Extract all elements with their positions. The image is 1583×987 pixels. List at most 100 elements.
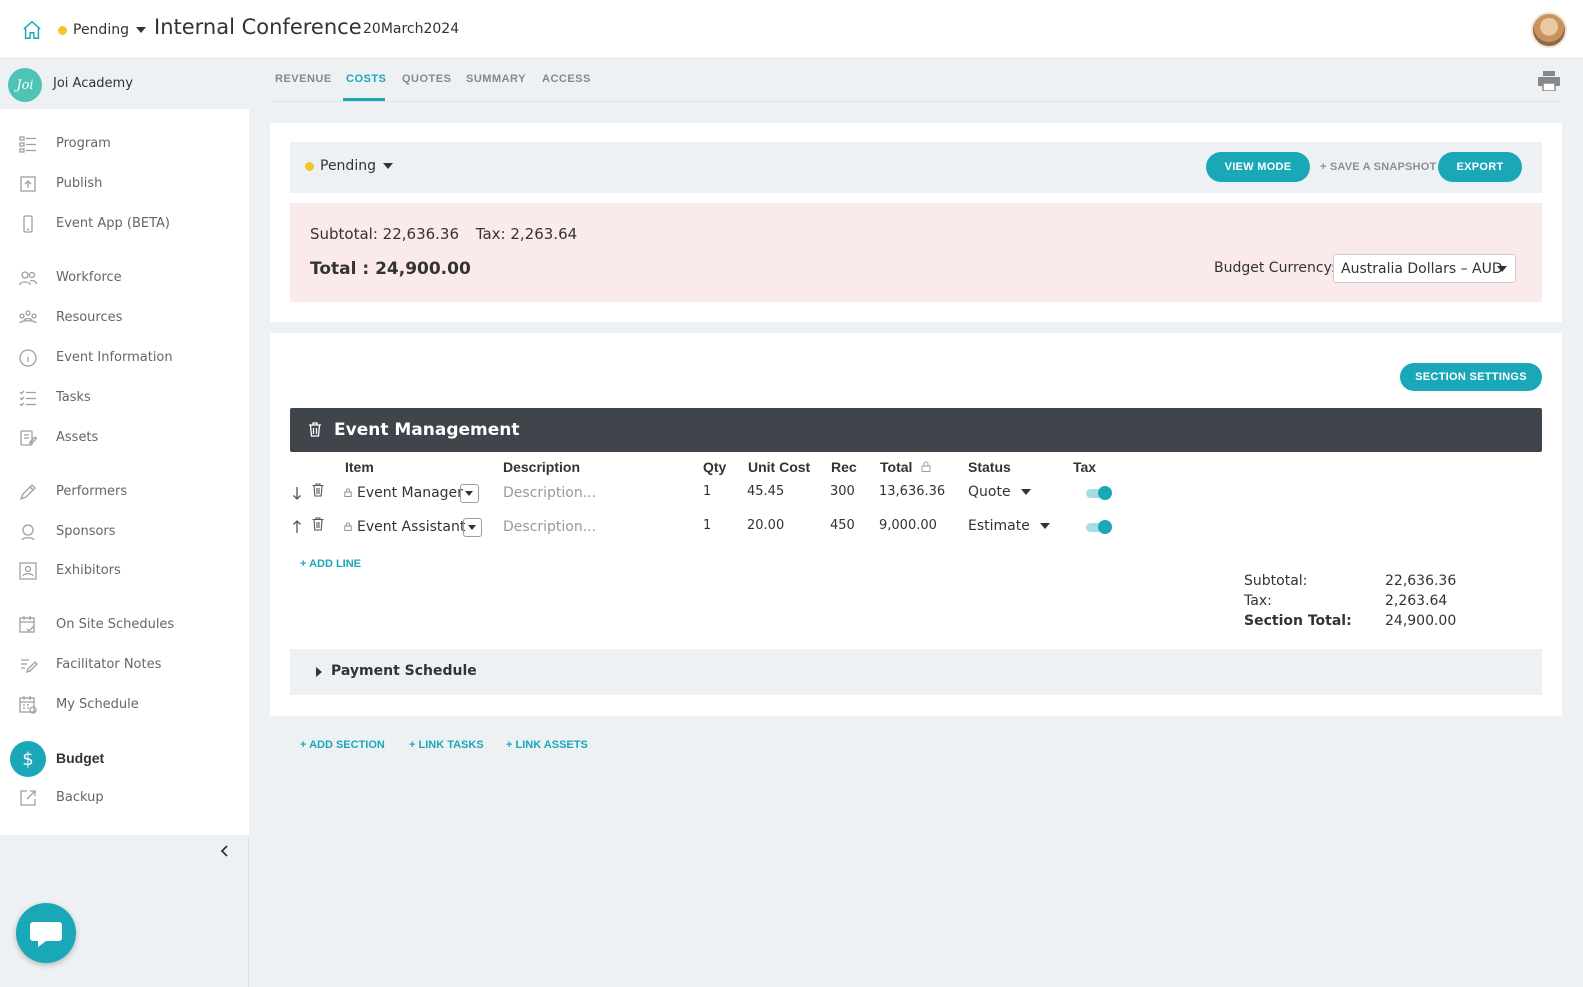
trash-icon[interactable] — [312, 517, 324, 531]
trash-icon[interactable] — [308, 422, 322, 437]
budget-tax: Tax: 2,263.64 — [475, 225, 578, 243]
tasks-icon — [19, 390, 36, 407]
tab-revenue[interactable]: REVENUE — [275, 73, 332, 85]
sidebar-item-program[interactable]: Program — [0, 126, 249, 162]
status-dot — [58, 25, 67, 35]
event-date: 20March2024 — [363, 21, 460, 37]
export-button[interactable]: EXPORT — [1438, 152, 1522, 182]
column-header-unit-cost: Unit Cost — [748, 459, 811, 475]
sidebar-item-resources[interactable]: Resources — [0, 300, 249, 336]
org-header[interactable]: Joi Joi Academy — [0, 59, 249, 109]
sidebar-item-event-app[interactable]: Event App (BETA) — [0, 206, 249, 242]
org-name: Joi Academy — [53, 76, 133, 91]
sidebar-item-on-site-schedules[interactable]: On Site Schedules — [0, 607, 249, 643]
sidebar-item-label: My Schedule — [56, 697, 139, 712]
item-name: Event Manager — [357, 485, 463, 501]
rec-value[interactable]: 450 — [830, 518, 855, 533]
sidebar-item-tasks[interactable]: Tasks — [0, 380, 249, 416]
tab-costs[interactable]: COSTS — [346, 73, 386, 85]
chevron-down-icon — [135, 27, 146, 33]
budget-section-card: SECTION SETTINGS Event Management Item D… — [270, 333, 1562, 716]
lock-icon[interactable] — [344, 522, 352, 531]
budget-status-bar: Pending VIEW MODE + SAVE A SNAPSHOT EXPO… — [290, 142, 1542, 193]
sidebar-item-my-schedule[interactable]: My Schedule — [0, 687, 249, 723]
line-status-dropdown[interactable]: Quote — [968, 484, 1031, 500]
section-settings-button[interactable]: SECTION SETTINGS — [1400, 363, 1542, 391]
tax-toggle[interactable] — [1086, 520, 1112, 534]
currency-label: Budget Currency: — [1214, 260, 1336, 276]
column-header-description: Description — [503, 459, 581, 475]
section-total-label: Section Total: — [1244, 613, 1352, 629]
item-dropdown[interactable] — [460, 484, 479, 503]
section-subtotal-label: Subtotal: — [1244, 573, 1308, 589]
description-input[interactable] — [503, 516, 653, 538]
sidebar-item-workforce[interactable]: Workforce — [0, 260, 249, 296]
trash-icon[interactable] — [312, 483, 324, 497]
sidebar-item-label: Assets — [56, 430, 99, 445]
sidebar-item-sponsors[interactable]: Sponsors — [0, 514, 249, 550]
lock-icon[interactable] — [344, 488, 352, 497]
budget-total: Total : 24,900.00 — [310, 259, 471, 279]
line-status-label: Estimate — [968, 518, 1030, 534]
sidebar-item-assets[interactable]: Assets — [0, 420, 249, 456]
notes-icon — [21, 659, 38, 674]
add-section-button[interactable]: + ADD SECTION — [300, 739, 385, 751]
qty-value[interactable]: 1 — [703, 518, 711, 533]
sidebar-item-label: Workforce — [56, 270, 122, 285]
collapse-sidebar-icon[interactable] — [217, 843, 233, 859]
sidebar: Joi Joi Academy Program Publish Event Ap… — [0, 59, 249, 987]
table-row: Event Assistant 1 20.00 450 9,000.00 Est… — [290, 513, 1542, 543]
view-mode-button[interactable]: VIEW MODE — [1206, 152, 1310, 182]
sidebar-item-backup[interactable]: Backup — [0, 780, 249, 816]
add-line-button[interactable]: + ADD LINE — [300, 558, 361, 570]
lock-icon[interactable] — [921, 461, 931, 472]
sidebar-item-label: Tasks — [56, 390, 91, 405]
line-status-dropdown[interactable]: Estimate — [968, 518, 1050, 534]
sidebar-item-facilitator-notes[interactable]: Facilitator Notes — [0, 647, 249, 683]
budget-status-dropdown[interactable]: Pending — [305, 158, 393, 174]
tab-summary[interactable]: SUMMARY — [466, 73, 526, 85]
section-subtotal-value: 22,636.36 — [1385, 573, 1457, 589]
sidebar-item-publish[interactable]: Publish — [0, 166, 249, 202]
budget-status-label: Pending — [320, 158, 376, 174]
qty-value[interactable]: 1 — [703, 484, 711, 499]
link-assets-button[interactable]: + LINK ASSETS — [506, 739, 588, 751]
print-icon[interactable] — [1538, 71, 1560, 91]
sidebar-item-exhibitors[interactable]: Exhibitors — [0, 553, 249, 589]
unit-cost-value[interactable]: 20.00 — [747, 518, 784, 533]
payment-schedule-toggle[interactable]: Payment Schedule — [290, 649, 1542, 695]
arrow-up-icon[interactable] — [292, 520, 302, 534]
rec-value[interactable]: 300 — [830, 484, 855, 499]
home-icon[interactable] — [21, 19, 43, 41]
arrow-down-icon[interactable] — [292, 486, 302, 500]
tab-quotes[interactable]: QUOTES — [402, 73, 451, 85]
avatar[interactable] — [1531, 12, 1567, 48]
sidebar-item-label: On Site Schedules — [56, 617, 175, 632]
event-status-label: Pending — [73, 22, 129, 38]
status-dot — [305, 161, 314, 171]
toggle-knob — [1098, 486, 1112, 500]
sidebar-item-label: Publish — [56, 176, 103, 191]
chevron-down-icon — [465, 491, 473, 496]
save-snapshot-button[interactable]: + SAVE A SNAPSHOT — [1320, 161, 1436, 173]
tab-access[interactable]: ACCESS — [542, 73, 591, 85]
item-dropdown[interactable] — [463, 518, 482, 537]
phone-icon — [23, 215, 33, 233]
sidebar-item-label: Event App (BETA) — [56, 216, 171, 231]
sidebar-item-label: Resources — [56, 310, 123, 325]
toggle-knob — [1098, 520, 1112, 534]
unit-cost-value[interactable]: 45.45 — [747, 484, 784, 499]
tax-toggle[interactable] — [1086, 486, 1112, 500]
sidebar-item-performers[interactable]: Performers — [0, 474, 249, 510]
sidebar-item-label: Facilitator Notes — [56, 657, 162, 672]
sidebar-item-event-information[interactable]: Event Information — [0, 340, 249, 376]
dollar-icon: $ — [10, 741, 46, 777]
link-tasks-button[interactable]: + LINK TASKS — [409, 739, 484, 751]
chat-button[interactable] — [16, 903, 76, 963]
column-header-status: Status — [968, 459, 1011, 475]
program-icon — [19, 136, 36, 153]
currency-select[interactable]: Australia Dollars – AUD — [1333, 254, 1516, 283]
description-input[interactable] — [503, 482, 653, 504]
sidebar-item-budget[interactable]: $ Budget — [0, 740, 249, 777]
event-status-dropdown[interactable]: Pending — [58, 20, 146, 40]
